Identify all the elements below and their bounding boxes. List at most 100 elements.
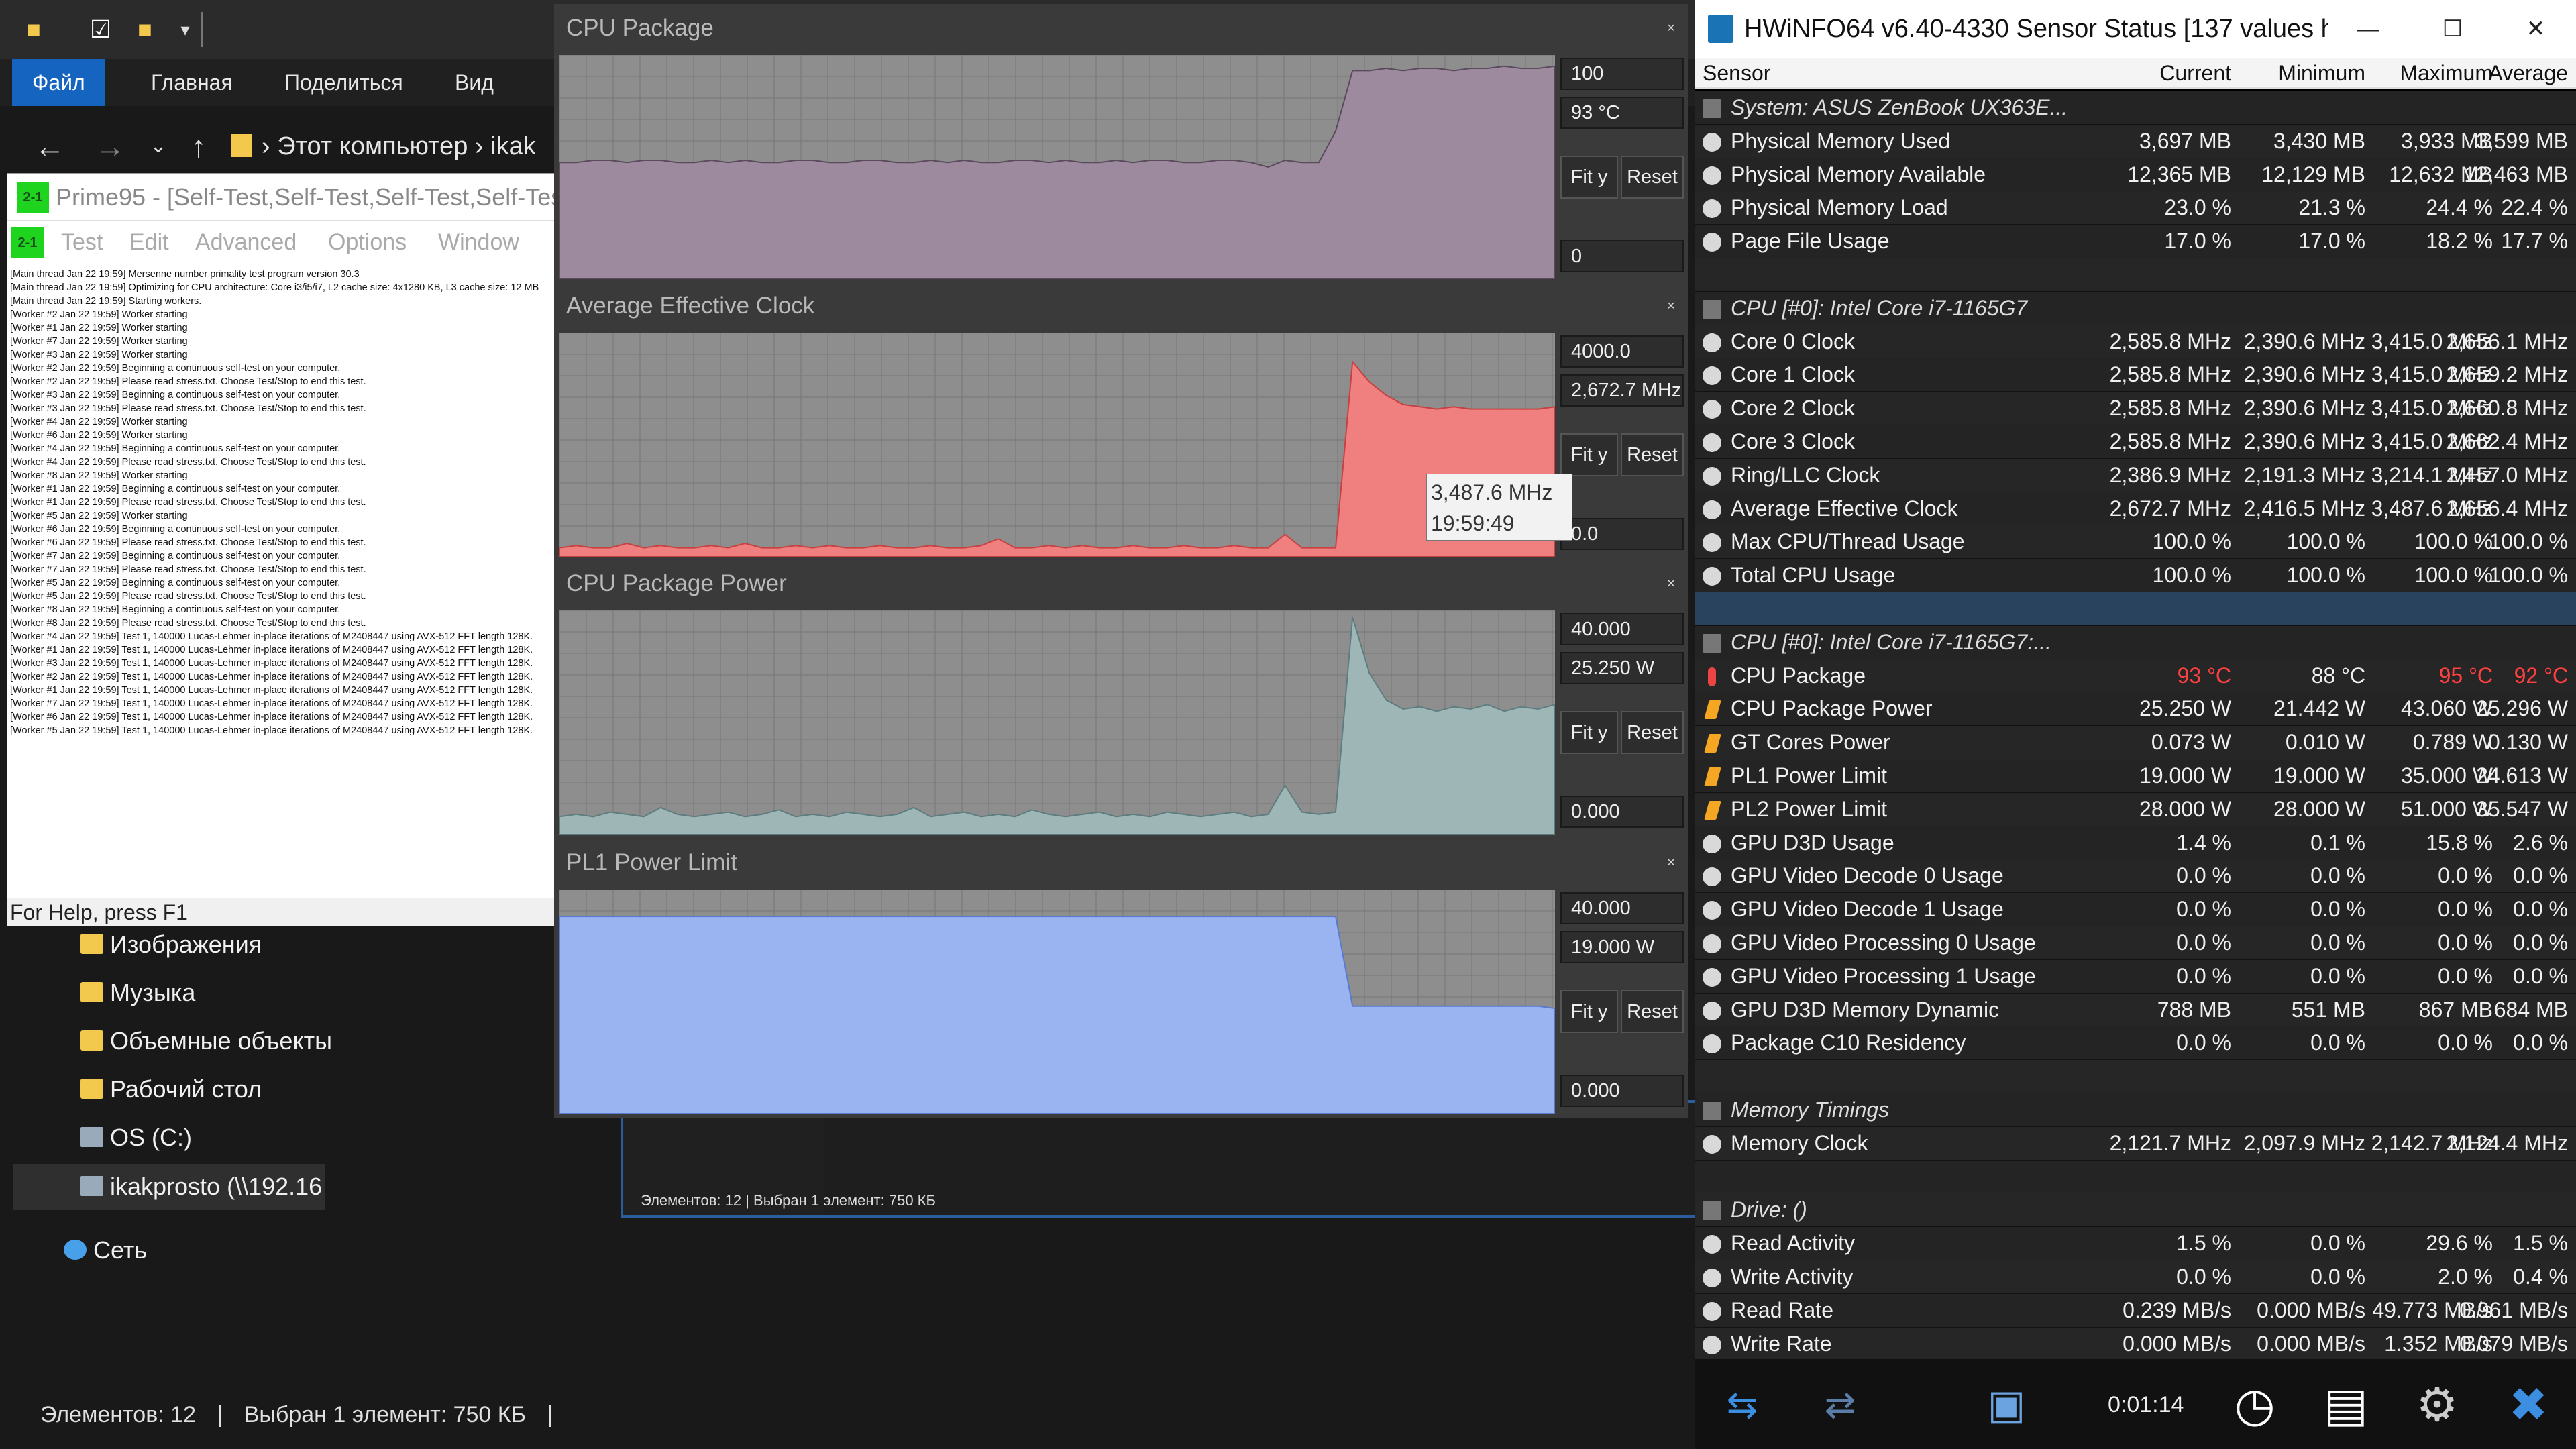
column-header-average[interactable]: Average [2446, 58, 2568, 89]
quick-access-dropdown-icon[interactable]: ▾ [172, 15, 199, 44]
sensor-blank-row[interactable] [1695, 1160, 2576, 1193]
minimize-icon[interactable]: — [2321, 0, 2415, 58]
graph-max-value[interactable]: 4000.0 [1560, 335, 1684, 368]
tree-item-desktop[interactable]: Рабочий стол [80, 1068, 262, 1111]
sensor-row[interactable]: Total CPU Usage 100.0 % 100.0 % 100.0 % 100.… [1695, 559, 2576, 592]
fit-y-button[interactable]: Fit y [1560, 990, 1618, 1033]
reset-button[interactable]: Reset [1621, 990, 1684, 1033]
sensor-row[interactable]: Core 1 Clock 2,585.8 MHz 2,390.6 MHz 3,415.… [1695, 358, 2576, 392]
graph-max-value[interactable]: 100 [1560, 58, 1684, 90]
tree-item-pictures[interactable]: Изображения [80, 923, 262, 966]
recent-locations-icon[interactable]: ⌄ [138, 127, 178, 165]
collapse-arrows-icon[interactable]: ⇄ [1803, 1371, 1877, 1438]
sensor-row[interactable]: CPU Package 93 °C 88 °C 95 °C 92 °C [1695, 659, 2576, 692]
tab-file[interactable]: Файл [12, 59, 105, 106]
column-header-minimum[interactable]: Minimum [2238, 58, 2365, 89]
back-arrow-icon[interactable]: ← [30, 127, 70, 165]
clock-icon[interactable]: ◷ [2218, 1371, 2292, 1438]
sensor-row[interactable]: Average Effective Clock 2,672.7 MHz 2,416.… [1695, 492, 2576, 525]
menu-advanced[interactable]: Advanced [195, 222, 297, 262]
sensor-row[interactable]: Write Rate 0.000 MB/s 0.000 MB/s 1.352 MB/s… [1695, 1327, 2576, 1360]
close-icon[interactable]: × [1654, 849, 1688, 876]
graph-plot-area[interactable] [559, 890, 1555, 1114]
fit-y-button[interactable]: Fit y [1560, 433, 1618, 476]
graph-plot-area[interactable] [559, 333, 1555, 557]
sensor-row[interactable]: GPU D3D Memory Dynamic 788 MB 551 MB 867 MB… [1695, 993, 2576, 1026]
graph-panel[interactable]: CPU Package × 100 93 °C Fit y Reset 0 [554, 4, 1688, 283]
graph-plot-area[interactable] [559, 610, 1555, 835]
properties-icon[interactable]: ☑ [87, 15, 114, 44]
fit-y-button[interactable]: Fit y [1560, 711, 1618, 754]
menu-options[interactable]: Options [328, 222, 407, 262]
graph-panel[interactable]: PL1 Power Limit × 40.000 19.000 W Fit y Reset… [554, 839, 1688, 1118]
sensor-row[interactable]: Write Activity 0.0 % 0.0 % 2.0 % 0.4 % [1695, 1260, 2576, 1293]
sensor-row[interactable]: Memory Clock 2,121.7 MHz 2,097.9 MHz 2,142.… [1695, 1126, 2576, 1160]
sensor-row[interactable]: Physical Memory Used 3,697 MB 3,430 MB 3,93… [1695, 124, 2576, 158]
sensor-row[interactable]: GT Cores Power 0.073 W 0.010 W 0.789 W 0.130… [1695, 726, 2576, 759]
column-header-sensor[interactable]: Sensor [1703, 58, 2038, 89]
reset-button[interactable]: Reset [1621, 433, 1684, 476]
tab-share[interactable]: Поделиться [264, 59, 423, 106]
up-arrow-icon[interactable]: ↑ [178, 127, 219, 165]
sensor-row[interactable]: Ring/LLC Clock 2,386.9 MHz 2,191.3 MHz 3,21… [1695, 458, 2576, 492]
sensor-group-row[interactable]: CPU [#0]: Intel Core i7-1165G7 [1695, 291, 2576, 325]
sensor-row[interactable]: PL1 Power Limit 19.000 W 19.000 W 35.000 W2… [1695, 759, 2576, 792]
tree-item-os-drive[interactable]: OS (C:) [80, 1116, 192, 1159]
sensor-blank-row[interactable] [1695, 592, 2576, 625]
sensor-blank-row[interactable] [1695, 1060, 2576, 1093]
tab-view[interactable]: Вид [435, 59, 514, 106]
menu-test[interactable]: Test [61, 222, 103, 262]
sensor-row[interactable]: CPU Package Power 25.250 W 21.442 W 43.060 … [1695, 692, 2576, 726]
navigate-arrows-icon[interactable]: ⇆ [1705, 1371, 1779, 1438]
maximize-icon[interactable]: ☐ [2406, 0, 2500, 58]
sensor-row[interactable]: Physical Memory Available 12,365 MB 12,129… [1695, 158, 2576, 191]
tree-item-3d-objects[interactable]: Объемные объекты [80, 1020, 332, 1063]
breadcrumb[interactable]: › Этот компьютер › ikak [262, 127, 536, 165]
sensor-group-row[interactable]: CPU [#0]: Intel Core i7-1165G7:... [1695, 625, 2576, 659]
sensor-row[interactable]: Core 0 Clock 2,585.8 MHz 2,390.6 MHz 3,415.… [1695, 325, 2576, 358]
settings-gear-icon[interactable]: ⚙ [2400, 1371, 2474, 1438]
graph-panel[interactable]: CPU Package Power × 40.000 25.250 W Fit y Res… [554, 559, 1688, 839]
sensor-row[interactable]: GPU D3D Usage 1.4 % 0.1 % 15.8 % 2.6 % [1695, 826, 2576, 859]
reset-button[interactable]: Reset [1621, 711, 1684, 754]
close-icon[interactable]: ✕ [2489, 0, 2576, 58]
close-x-icon[interactable]: ✖ [2491, 1371, 2565, 1438]
menu-edit[interactable]: Edit [129, 222, 169, 262]
tree-item-music[interactable]: Музыка [80, 971, 195, 1014]
close-icon[interactable]: × [1654, 292, 1688, 319]
close-icon[interactable]: × [1654, 570, 1688, 597]
graph-min-value[interactable]: 0.000 [1560, 796, 1684, 828]
sensor-row[interactable]: Read Activity 1.5 % 0.0 % 29.6 % 1.5 % [1695, 1227, 2576, 1260]
sensor-row[interactable]: Physical Memory Load 23.0 % 21.3 % 24.4 % 22… [1695, 191, 2576, 225]
sensor-row[interactable]: GPU Video Processing 0 Usage 0.0 % 0.0 % 0.… [1695, 926, 2576, 959]
sensor-row[interactable]: Read Rate 0.239 MB/s 0.000 MB/s 49.773 MB/s… [1695, 1293, 2576, 1327]
log-file-icon[interactable]: ▤ [2309, 1371, 2383, 1438]
sensor-blank-row[interactable] [1695, 258, 2576, 291]
sensor-row[interactable]: GPU Video Decode 0 Usage 0.0 % 0.0 % 0.0 % 0… [1695, 859, 2576, 893]
sensor-row[interactable]: Package C10 Residency 0.0 % 0.0 % 0.0 % 0.0 … [1695, 1026, 2576, 1060]
menu-window[interactable]: Window [438, 222, 519, 262]
sensor-group-row[interactable]: Drive: () [1695, 1193, 2576, 1227]
network-computers-icon[interactable]: ▣ [1970, 1371, 2043, 1438]
sensor-row[interactable]: GPU Video Processing 1 Usage 0.0 % 0.0 % 0.… [1695, 959, 2576, 993]
tab-home[interactable]: Главная [131, 59, 253, 106]
forward-arrow-icon[interactable]: → [90, 127, 130, 165]
sensor-row[interactable]: Page File Usage 17.0 % 17.0 % 18.2 % 17.7 % [1695, 225, 2576, 258]
sensor-row[interactable]: Core 3 Clock 2,585.8 MHz 2,390.6 MHz 3,415.… [1695, 425, 2576, 458]
graph-min-value[interactable]: 0.000 [1560, 1075, 1684, 1107]
sensor-row[interactable]: Max CPU/Thread Usage 100.0 % 100.0 % 100.0 … [1695, 525, 2576, 559]
graph-min-value[interactable]: 0 [1560, 240, 1684, 272]
folder-icon[interactable]: ■ [20, 15, 47, 44]
reset-button[interactable]: Reset [1621, 156, 1684, 199]
prime95-document-icon[interactable]: 2-1 [11, 227, 44, 258]
fit-y-button[interactable]: Fit y [1560, 156, 1618, 199]
graph-max-value[interactable]: 40.000 [1560, 892, 1684, 924]
sensor-row[interactable]: GPU Video Decode 1 Usage 0.0 % 0.0 % 0.0 % 0… [1695, 893, 2576, 926]
sensor-group-row[interactable]: System: ASUS ZenBook UX363E... [1695, 91, 2576, 124]
sensor-group-row[interactable]: Memory Timings [1695, 1093, 2576, 1126]
graph-min-value[interactable]: 0.0 [1560, 518, 1684, 550]
close-icon[interactable]: × [1654, 15, 1688, 42]
tree-item-network[interactable]: Сеть [64, 1229, 147, 1272]
graph-max-value[interactable]: 40.000 [1560, 613, 1684, 645]
new-folder-icon[interactable]: ■ [131, 15, 158, 44]
